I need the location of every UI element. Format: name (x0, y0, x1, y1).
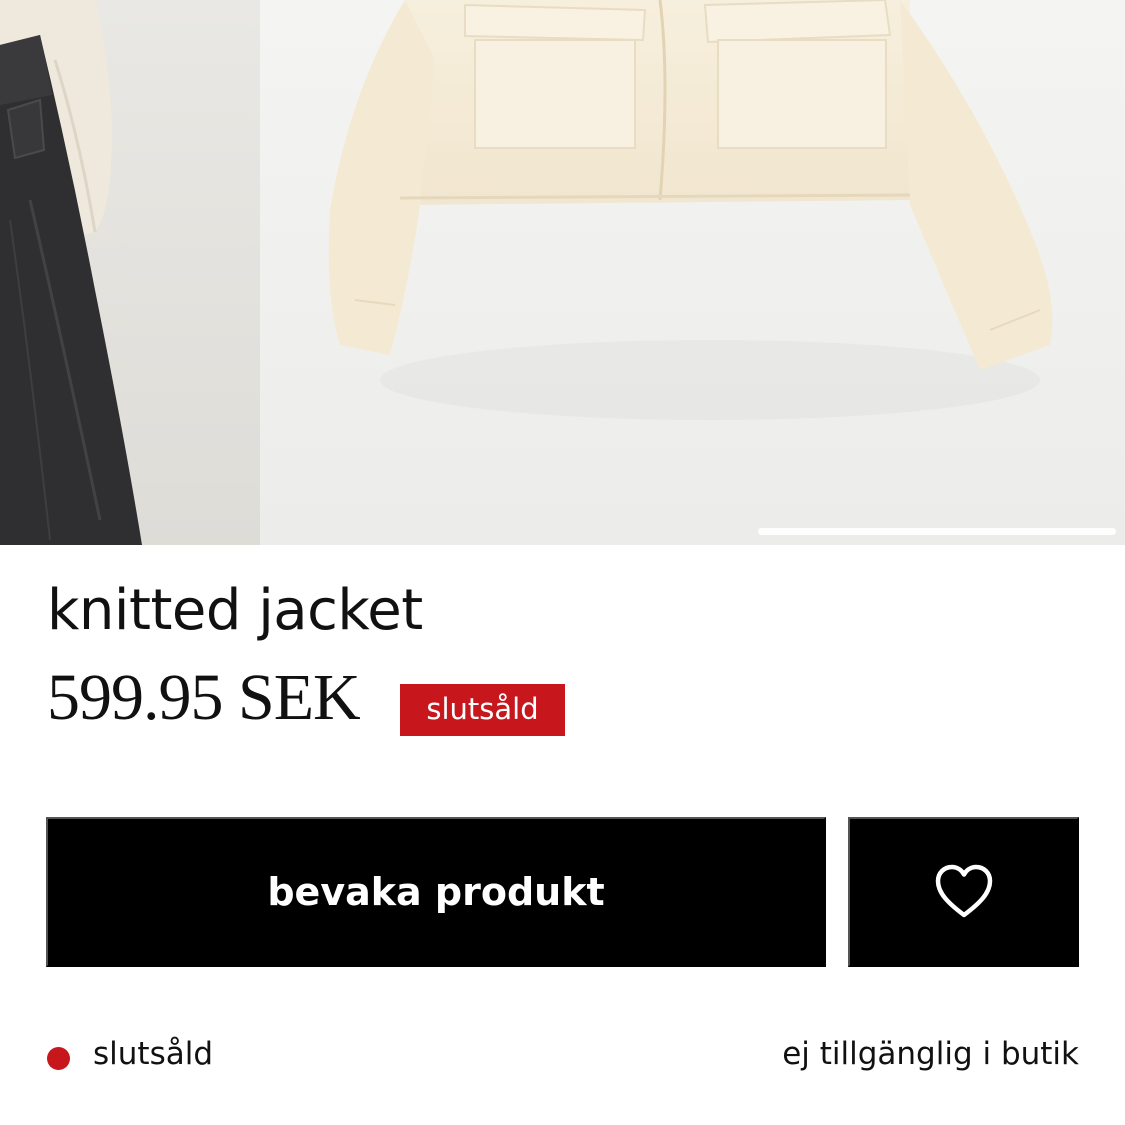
favorite-button[interactable] (848, 817, 1079, 967)
heart-icon (935, 864, 992, 918)
sold-out-badge: slutsåld (400, 684, 565, 736)
gallery-scroll-indicator[interactable] (758, 528, 1116, 535)
store-availability-label: ej tillgänglig i butik (782, 1036, 1079, 1072)
product-image-flatlay[interactable] (260, 0, 1125, 545)
product-price: 599.95 SEK (47, 661, 361, 734)
watch-product-button[interactable]: bevaka produkt (46, 817, 826, 967)
stock-status-dot (47, 1047, 70, 1070)
product-image-model[interactable] (0, 0, 260, 545)
stock-status-label: slutsåld (93, 1036, 214, 1072)
product-title: knitted jacket (47, 578, 423, 643)
jacket-photo-illustration (328, 0, 1053, 420)
product-image-gallery[interactable] (0, 0, 1125, 545)
model-photo-illustration (0, 0, 142, 545)
